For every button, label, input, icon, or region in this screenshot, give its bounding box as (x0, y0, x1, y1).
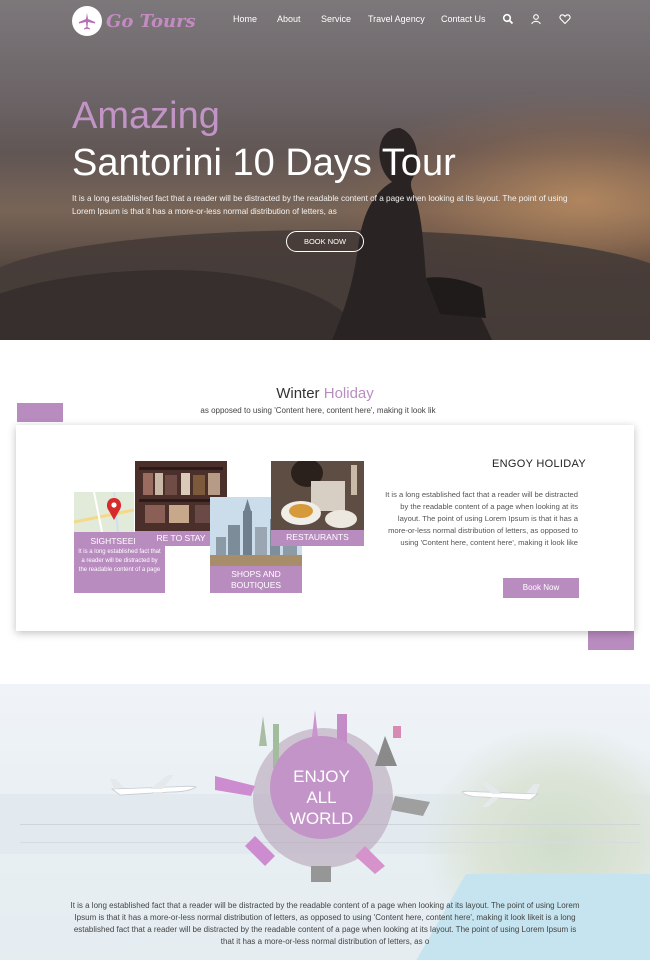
map-photo (74, 492, 134, 532)
nav-about[interactable]: About (277, 14, 301, 24)
nav-travel-agency[interactable]: Travel Agency (368, 14, 425, 24)
hero-title: Santorini 10 Days Tour (72, 142, 456, 184)
logo-text: Go Tours (106, 10, 196, 32)
winter-section-title: Winter Holiday (0, 385, 650, 402)
site-logo[interactable]: Go Tours (72, 6, 196, 36)
airplane-logo-icon (72, 6, 102, 36)
shops-boutiques-tile[interactable]: SHOPS AND BOUTIQUES (210, 566, 302, 593)
hero-description: It is a long established fact that a rea… (72, 194, 568, 216)
winter-section-subtitle: as opposed to using 'Content here, conte… (200, 406, 436, 415)
nav-service[interactable]: Service (321, 14, 351, 24)
hero-eyebrow: Amazing (72, 95, 220, 137)
hero-book-now-button[interactable]: BOOK NOW (286, 231, 364, 252)
badge-line-2: ALL (306, 788, 337, 807)
shops-label-line1: SHOPS AND (231, 569, 281, 579)
shops-label-line2: BOUTIQUES (230, 580, 282, 590)
heart-icon[interactable] (559, 13, 571, 25)
restaurants-label: RESTAURANTS (286, 532, 349, 542)
sightseeing-text: It is a long established fact that a rea… (78, 549, 161, 573)
decorative-block-left (17, 403, 63, 422)
winter-title-plain: Winter (276, 385, 320, 402)
book-now-button[interactable]: Book Now (503, 578, 579, 598)
search-icon[interactable] (502, 13, 514, 25)
restaurant-photo (271, 461, 364, 530)
enjoy-holiday-heading: ENGOY HOLIDAY (492, 458, 586, 470)
decorative-block-right (588, 631, 634, 650)
nav-contact-us[interactable]: Contact Us (441, 14, 486, 24)
restaurants-tile[interactable]: RESTAURANTS (271, 530, 364, 546)
badge-line-1: ENJOY (293, 767, 350, 786)
enjoy-all-world-badge: ENJOY ALL WORLD (270, 736, 373, 839)
badge-line-3: WORLD (289, 809, 354, 828)
world-description: It is a long established fact that a rea… (70, 901, 580, 946)
user-icon[interactable] (530, 13, 542, 25)
nav-home[interactable]: Home (233, 14, 257, 24)
winter-title-accent: Holiday (323, 385, 374, 402)
map-pin-icon (74, 492, 134, 532)
enjoy-holiday-text: It is a long established fact that a rea… (385, 490, 578, 547)
hero-banner: Go Tours Home About Service Travel Agenc… (0, 0, 650, 340)
top-navbar: Go Tours Home About Service Travel Agenc… (0, 0, 650, 42)
